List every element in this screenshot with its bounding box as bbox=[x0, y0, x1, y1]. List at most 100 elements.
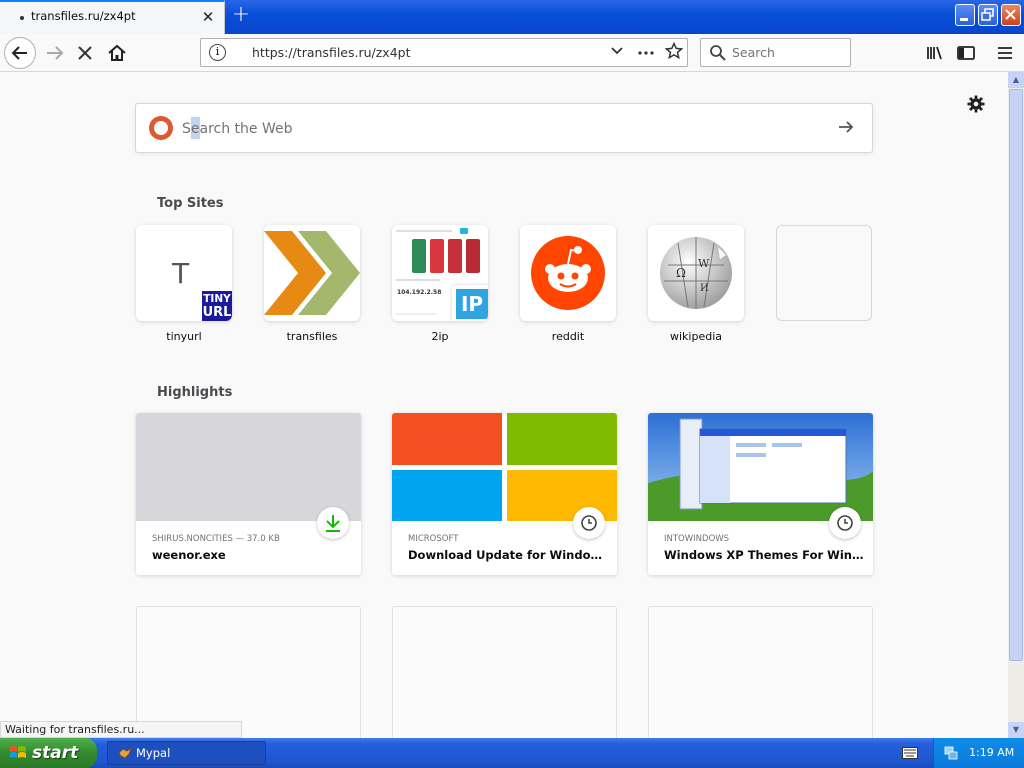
highlight-card-intowindows[interactable]: INTOWINDOWS Windows XP Themes For Windo.… bbox=[648, 413, 873, 575]
highlight-card-microsoft[interactable]: MICROSOFT Download Update for Windows ..… bbox=[392, 413, 617, 575]
highlight-source: INTOWINDOWS bbox=[664, 534, 730, 544]
stop-button[interactable] bbox=[70, 38, 100, 68]
search-bar[interactable]: Search bbox=[700, 38, 851, 67]
highlight-title: Download Update for Windows ... bbox=[408, 548, 608, 562]
site-info-icon[interactable]: i bbox=[209, 44, 226, 61]
highlight-placeholder-card bbox=[392, 606, 617, 738]
navigation-bar: i https://transfiles.ru/zx4pt Search bbox=[0, 34, 1024, 72]
keyboard-icon[interactable] bbox=[902, 747, 918, 759]
minimize-button[interactable] bbox=[955, 4, 975, 26]
forward-button[interactable] bbox=[40, 38, 70, 68]
highlight-source: SHIRUS.NONCITIES — 37.0 KB bbox=[152, 534, 280, 544]
restore-button[interactable] bbox=[978, 4, 998, 26]
transfiles-chevrons-icon bbox=[264, 231, 360, 315]
download-icon bbox=[317, 507, 349, 539]
highlight-thumbnail bbox=[136, 413, 361, 521]
top-site-reddit[interactable] bbox=[520, 225, 616, 321]
stop-icon bbox=[78, 46, 92, 60]
taskbar-item-mypal[interactable]: Mypal bbox=[107, 741, 266, 765]
web-search-placeholder[interactable]: Search the Web bbox=[182, 121, 293, 137]
scroll-down-arrow-icon[interactable]: ▼ bbox=[1008, 722, 1024, 738]
menu-button[interactable] bbox=[990, 38, 1020, 68]
url-bar[interactable]: i https://transfiles.ru/zx4pt bbox=[200, 38, 688, 67]
top-site-label: transfiles bbox=[286, 330, 338, 343]
scrollbar-thumb[interactable] bbox=[1009, 89, 1023, 661]
sidebar-icon bbox=[957, 46, 975, 60]
close-icon bbox=[1005, 9, 1016, 20]
forward-arrow-icon bbox=[47, 46, 64, 60]
scroll-up-arrow-icon[interactable]: ▲ bbox=[1008, 72, 1024, 88]
search-submit-arrow-icon[interactable] bbox=[836, 117, 856, 142]
web-search-box[interactable]: Search the Web bbox=[135, 103, 873, 153]
vertical-scrollbar[interactable]: ▲ ▼ bbox=[1008, 72, 1024, 738]
title-bar: transfiles.ru/zx4pt ✕ + bbox=[0, 0, 1024, 34]
windows-flag-icon bbox=[10, 746, 26, 758]
start-button[interactable]: start bbox=[0, 738, 97, 768]
highlights-heading: Highlights bbox=[157, 385, 233, 400]
top-site-transfiles[interactable] bbox=[264, 225, 360, 321]
library-icon bbox=[927, 46, 942, 60]
close-window-button[interactable] bbox=[1001, 4, 1021, 26]
top-site-empty-slot bbox=[776, 225, 872, 321]
hamburger-menu-icon bbox=[998, 47, 1012, 59]
wikipedia-globe-icon: Ω W И bbox=[660, 237, 732, 309]
sidebar-button[interactable] bbox=[951, 38, 981, 68]
top-site-label: tinyurl bbox=[166, 330, 202, 343]
tinyurl-logo-icon: TINY URL bbox=[200, 289, 232, 321]
top-site-2ip[interactable]: 104.192.2.58 IP bbox=[392, 225, 488, 321]
back-arrow-icon bbox=[11, 46, 27, 60]
top-site-label: wikipedia bbox=[669, 330, 722, 343]
back-button[interactable] bbox=[4, 37, 36, 69]
home-button[interactable] bbox=[102, 38, 132, 68]
search-icon bbox=[710, 45, 726, 61]
system-tray: 1:19 AM bbox=[933, 738, 1024, 768]
clock-icon bbox=[573, 507, 605, 539]
library-button[interactable] bbox=[920, 38, 950, 68]
tinyurl-logo-line2: URL bbox=[202, 305, 232, 320]
new-tab-button[interactable]: + bbox=[229, 3, 253, 29]
duckduckgo-logo-icon bbox=[149, 116, 173, 140]
dropdown-chevron-icon[interactable] bbox=[606, 42, 628, 64]
new-tab-page: Search the Web Top Sites T TINY URL tiny… bbox=[0, 72, 1008, 738]
windows-taskbar: start Mypal 1:19 AM bbox=[0, 738, 1024, 768]
windows-xp-thumbnail bbox=[648, 413, 873, 521]
tab-title: transfiles.ru/zx4pt bbox=[31, 9, 136, 23]
taskbar-item-label: Mypal bbox=[136, 746, 171, 760]
minimize-icon bbox=[960, 18, 968, 21]
home-icon bbox=[108, 44, 126, 61]
svg-text:Ω: Ω bbox=[676, 266, 686, 280]
top-site-label: reddit bbox=[551, 330, 585, 343]
2ip-ip-address: 104.192.2.58 bbox=[397, 289, 442, 296]
top-site-tinyurl[interactable]: T TINY URL bbox=[136, 225, 232, 321]
reddit-logo-icon bbox=[531, 236, 605, 310]
restore-icon bbox=[981, 8, 994, 21]
loading-dot-icon bbox=[20, 16, 24, 20]
gear-icon[interactable] bbox=[966, 94, 986, 114]
tab-active[interactable]: transfiles.ru/zx4pt ✕ bbox=[0, 0, 225, 34]
page-actions-icon[interactable] bbox=[635, 42, 657, 64]
bookmark-star-icon[interactable] bbox=[663, 41, 685, 64]
highlight-source: MICROSOFT bbox=[408, 534, 459, 544]
svg-text:И: И bbox=[700, 283, 709, 294]
svg-text:W: W bbox=[698, 257, 710, 270]
tinyurl-letter: T bbox=[172, 257, 190, 290]
clock[interactable]: 1:19 AM bbox=[969, 738, 1014, 768]
top-site-wikipedia[interactable]: Ω W И bbox=[648, 225, 744, 321]
search-input-placeholder[interactable]: Search bbox=[732, 45, 775, 60]
top-sites-heading: Top Sites bbox=[157, 196, 224, 211]
2ip-favicon: IP bbox=[452, 285, 488, 321]
highlight-title: Windows XP Themes For Windo... bbox=[664, 548, 864, 562]
clock-icon bbox=[829, 507, 861, 539]
tab-close-button[interactable]: ✕ bbox=[200, 8, 216, 26]
2ip-logo-icon: IP bbox=[456, 289, 488, 319]
start-label: start bbox=[32, 743, 79, 763]
url-text[interactable]: https://transfiles.ru/zx4pt bbox=[252, 45, 410, 60]
status-bar-text: Waiting for transfiles.ru... bbox=[0, 721, 242, 738]
highlight-placeholder-card bbox=[136, 606, 361, 738]
highlight-placeholder-card bbox=[648, 606, 873, 738]
microsoft-logo-thumbnail bbox=[392, 413, 617, 521]
highlight-card-weenor[interactable]: SHIRUS.NONCITIES — 37.0 KB weenor.exe bbox=[136, 413, 361, 575]
highlight-title: weenor.exe bbox=[152, 548, 226, 562]
network-icon[interactable] bbox=[944, 746, 958, 760]
mypal-app-icon bbox=[118, 747, 132, 759]
